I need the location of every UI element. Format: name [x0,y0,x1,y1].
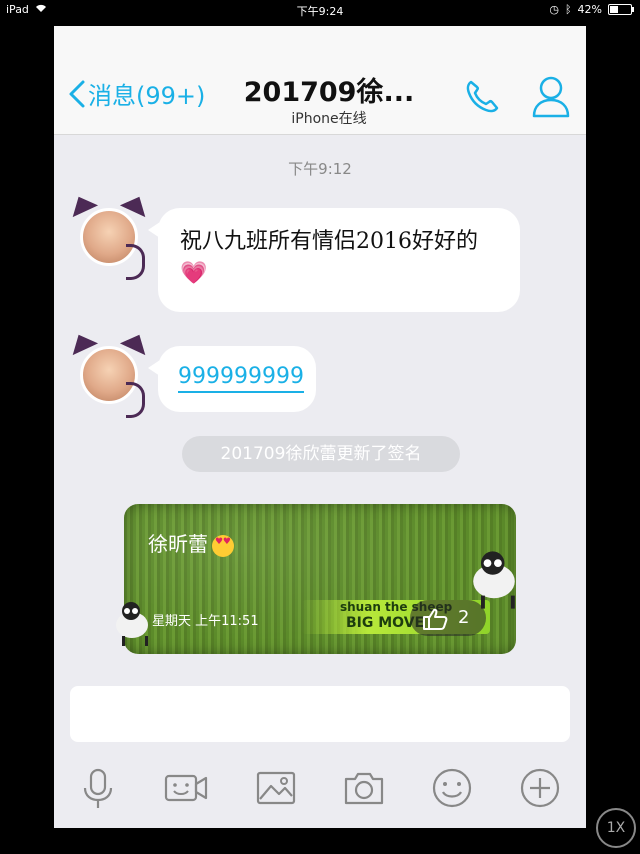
zoom-button[interactable]: 1X [596,808,636,848]
message-bubble[interactable]: 祝八九班所有情侣2016好好的💗 [148,208,520,312]
status-time: 下午9:24 [296,5,344,18]
signature-card[interactable]: 徐昕蕾 星期天 上午11:51 shuan the sheep BIG MOVE… [116,504,516,654]
battery-icon [608,4,634,15]
video-icon [164,774,208,802]
message-timestamp: 下午9:12 [288,160,352,178]
signature-date: 星期天 上午11:51 [152,614,259,629]
ipad-status-bar: iPad 下午9:24 ◷ ᛒ 42% [0,0,640,20]
voice-button[interactable] [76,766,120,810]
zoom-label: 1X [606,820,626,836]
chevron-left-icon [69,80,85,107]
message-text: 祝八九班所有情侣2016好好的💗 [180,229,478,286]
back-label: 消息(99+) [88,82,206,110]
sheep-icon [112,600,152,648]
chat-title: 201709徐... [243,77,415,108]
emoji-icon [432,768,472,808]
back-button[interactable]: 消息(99+) [68,76,205,111]
status-right: ◷ ᛒ 42% [549,3,634,16]
mic-icon [83,768,113,808]
call-button[interactable] [462,76,502,116]
phone-icon [466,80,499,113]
alarm-icon: ◷ [549,3,559,16]
plus-icon [520,768,560,808]
phone-number-link[interactable]: 999999999 [178,364,304,393]
thumbs-up-icon [423,608,448,630]
online-status: iPhone在线 [291,111,367,127]
photo-button[interactable] [254,766,298,810]
avatar[interactable] [65,190,153,280]
message-bubble[interactable]: 999999999 [148,346,316,412]
image-icon [256,771,296,805]
sheep-icon [468,549,520,611]
heart-eyes-emoji-icon [212,534,234,557]
person-icon [532,76,570,118]
video-button[interactable] [164,766,208,810]
emoji-button[interactable] [430,766,474,810]
battery-percent: 42% [577,3,602,16]
camera-icon [344,772,384,805]
system-notice: 201709徐欣蕾更新了签名 [182,436,460,472]
nav-bar: 消息(99+) 201709徐... iPhone在线 [54,26,586,135]
bluetooth-icon: ᛒ [564,3,572,16]
chat-screen: 消息(99+) 201709徐... iPhone在线 下午9:12 祝八九班所… [54,26,586,828]
input-toolbar [54,756,586,816]
avatar[interactable] [65,328,153,418]
profile-button[interactable] [530,74,572,118]
more-button[interactable] [518,766,562,810]
message-input[interactable] [70,686,570,742]
camera-button[interactable] [342,766,386,810]
signature-name: 徐昕蕾 [148,528,234,557]
